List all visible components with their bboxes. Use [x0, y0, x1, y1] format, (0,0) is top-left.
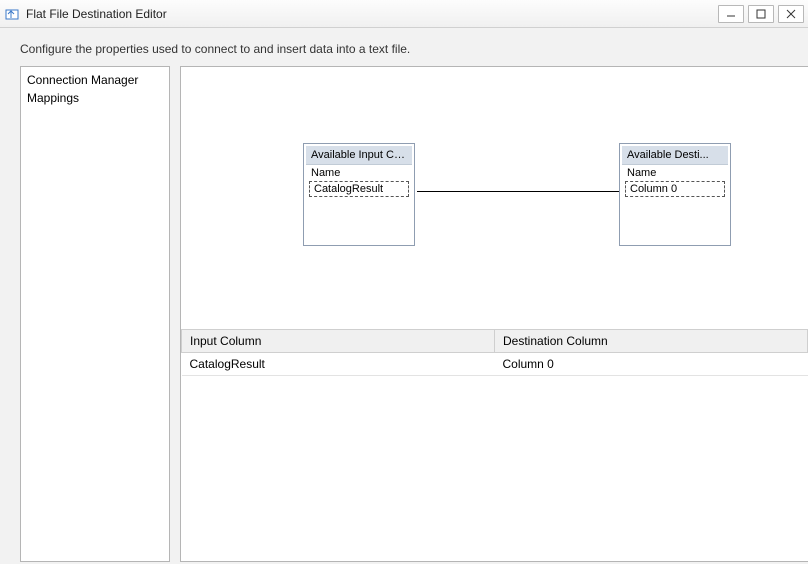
input-box-name-header: Name	[306, 165, 412, 181]
mapping-th-input[interactable]: Input Column	[182, 330, 495, 353]
minimize-button[interactable]	[718, 5, 744, 23]
page-description: Configure the properties used to connect…	[0, 28, 808, 66]
mapping-cell-input[interactable]: CatalogResult	[182, 353, 495, 376]
mapping-canvas: Available Input Co... Name CatalogResult…	[181, 67, 808, 327]
available-input-columns-box[interactable]: Available Input Co... Name CatalogResult	[303, 143, 415, 246]
main-panel: Available Input Co... Name CatalogResult…	[180, 66, 808, 562]
input-column-item[interactable]: CatalogResult	[309, 181, 409, 197]
mapping-table-wrap: Input Column Destination Column CatalogR…	[181, 329, 808, 376]
mapping-cell-dest[interactable]: Column 0	[495, 353, 808, 376]
mapping-table: Input Column Destination Column CatalogR…	[181, 329, 808, 376]
sidebar-item-mappings[interactable]: Mappings	[27, 89, 163, 107]
available-destination-columns-box[interactable]: Available Desti... Name Column 0	[619, 143, 731, 246]
sidebar: Connection Manager Mappings	[20, 66, 170, 562]
mapping-th-dest[interactable]: Destination Column	[495, 330, 808, 353]
app-icon	[4, 6, 20, 22]
window-controls	[718, 5, 804, 23]
close-button[interactable]	[778, 5, 804, 23]
sidebar-item-connection-manager[interactable]: Connection Manager	[27, 71, 163, 89]
input-box-title: Available Input Co...	[306, 146, 412, 165]
dest-box-title: Available Desti...	[622, 146, 728, 165]
maximize-button[interactable]	[748, 5, 774, 23]
dest-box-name-header: Name	[622, 165, 728, 181]
titlebar: Flat File Destination Editor	[0, 0, 808, 28]
mapping-connector[interactable]	[417, 191, 619, 192]
mapping-row[interactable]: CatalogResult Column 0	[182, 353, 808, 376]
dest-column-item[interactable]: Column 0	[625, 181, 725, 197]
window-title: Flat File Destination Editor	[26, 7, 718, 21]
